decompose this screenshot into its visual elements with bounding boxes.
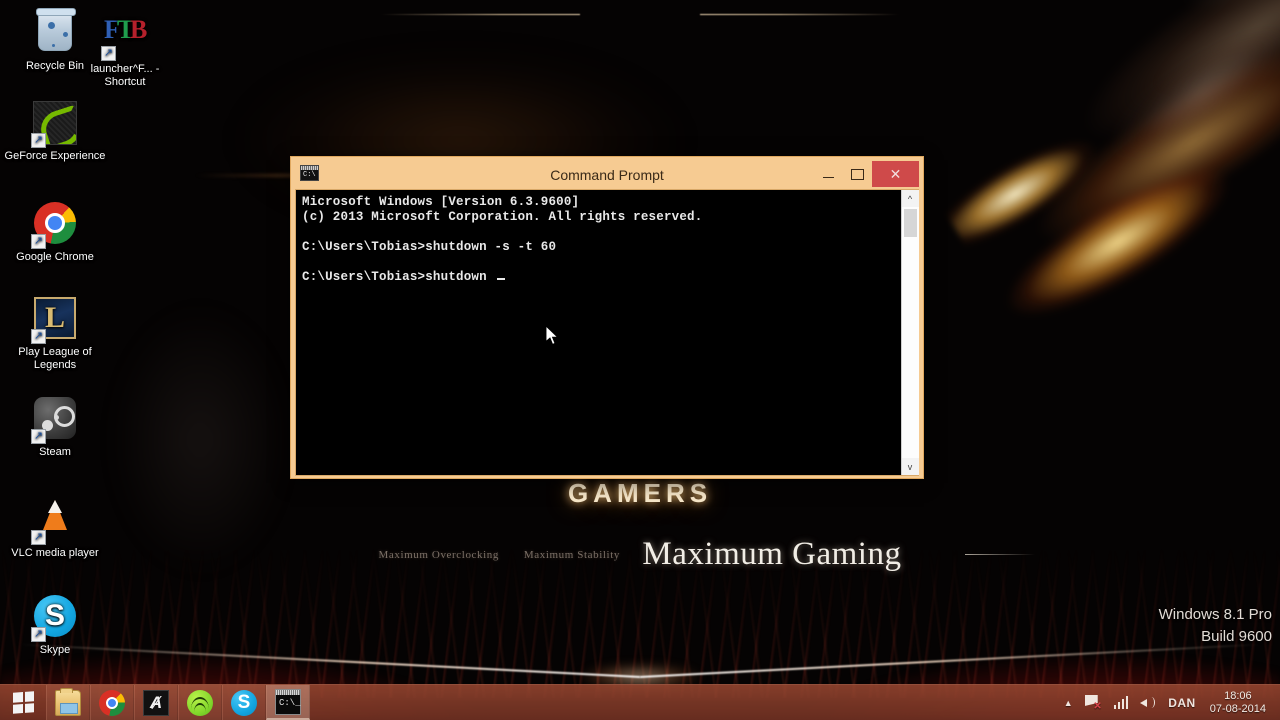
system-tray: ▲ ✕ DAN 18:06 07-08-2014 <box>1058 685 1280 720</box>
clock-date: 07-08-2014 <box>1209 702 1266 715</box>
steam-icon: ↗ <box>31 397 78 444</box>
command-prompt-window[interactable]: Command Prompt ✕ Microsoft Windows [Vers… <box>290 156 924 479</box>
taskbar-item-command-prompt[interactable] <box>266 685 310 720</box>
desktop-icon-label: GeForce Experience <box>4 150 106 162</box>
console-scrollbar[interactable]: ^ v <box>901 190 919 475</box>
file-explorer-icon <box>55 687 81 716</box>
taskbar-item-google-chrome[interactable] <box>90 685 134 720</box>
network-flag-icon: ✕ <box>1084 695 1102 712</box>
mouse-cursor <box>546 326 559 346</box>
desktop-icon-geforce-experience[interactable]: ↗ GeForce Experience <box>0 100 110 163</box>
shortcut-arrow-icon: ↗ <box>31 234 46 249</box>
shortcut-arrow-icon: ↗ <box>31 530 46 545</box>
scrollbar-thumb[interactable] <box>903 209 917 237</box>
taskbar-item-file-explorer[interactable] <box>46 685 90 720</box>
watermark-edition: Windows 8.1 Pro <box>1158 606 1272 623</box>
scroll-down-arrow-icon[interactable]: v <box>901 458 919 475</box>
desktop-icon-skype[interactable]: ↗ Skype <box>0 593 110 657</box>
window-titlebar[interactable]: Command Prompt ✕ <box>295 161 919 189</box>
taskbar-item-spotify[interactable] <box>178 685 222 720</box>
volume-icon <box>1140 696 1156 710</box>
wallpaper-flame-core <box>907 31 1183 279</box>
shortcut-arrow-icon: ↗ <box>31 329 46 344</box>
wallpaper-light-streak-left <box>20 643 641 678</box>
desktop-icon-vlc[interactable]: ↗ VLC media player <box>0 495 110 560</box>
chrome-icon: ↗ <box>31 202 78 249</box>
console-output[interactable]: Microsoft Windows [Version 6.3.9600] (c)… <box>296 190 901 475</box>
volume-button[interactable] <box>1134 685 1162 720</box>
maximize-button[interactable] <box>843 161 872 187</box>
minimize-button[interactable] <box>814 161 843 187</box>
network-status-button[interactable]: ✕ <box>1079 685 1108 720</box>
console-area[interactable]: Microsoft Windows [Version 6.3.9600] (c)… <box>295 189 919 476</box>
taskbar-item-ai-app[interactable] <box>134 685 178 720</box>
clock-time: 18:06 <box>1224 689 1252 702</box>
start-button[interactable] <box>0 685 46 720</box>
skype-icon <box>231 689 257 716</box>
signal-bars-icon <box>1113 696 1129 709</box>
desktop-icon-google-chrome[interactable]: ↗ Google Chrome <box>0 200 110 264</box>
console-text: Microsoft Windows [Version 6.3.9600] (c)… <box>302 195 703 284</box>
watermark-build: Build 9600 <box>1201 628 1272 645</box>
desktop-icon-ftb-launcher[interactable]: FTB ↗ launcher^F... - Shortcut <box>70 8 180 89</box>
taskbar[interactable]: ▲ ✕ DAN 18:06 07-08-2014 <box>0 684 1280 720</box>
geforce-experience-icon: ↗ <box>31 101 78 148</box>
window-controls: ✕ <box>814 161 919 187</box>
desktop-icon-label: Play League of Legends <box>18 346 92 371</box>
desktop-icon-label: Steam <box>39 446 71 458</box>
shortcut-arrow-icon: ↗ <box>31 133 46 148</box>
skype-icon: ↗ <box>31 595 78 642</box>
scroll-up-arrow-icon[interactable]: ^ <box>901 190 919 207</box>
signal-strength-button[interactable] <box>1108 685 1135 720</box>
shortcut-arrow-icon: ↗ <box>31 627 46 642</box>
windows-logo-icon <box>12 691 34 714</box>
shortcut-arrow-icon: ↗ <box>101 46 116 61</box>
command-prompt-icon <box>300 165 319 181</box>
console-caret <box>496 278 505 280</box>
tray-user-label[interactable]: DAN <box>1162 685 1202 720</box>
wallpaper-flame-wisp <box>1025 0 1280 253</box>
close-button[interactable]: ✕ <box>872 161 919 187</box>
scrollbar-track[interactable] <box>901 207 919 458</box>
taskbar-items <box>46 685 310 720</box>
desktop-icon-label: VLC media player <box>11 547 99 559</box>
ftb-launcher-icon: FTB ↗ <box>101 14 148 61</box>
vlc-icon: ↗ <box>31 498 78 545</box>
wallpaper-red-spikes <box>0 548 1280 698</box>
chrome-icon <box>99 689 125 716</box>
clock-button[interactable]: 18:06 07-08-2014 <box>1202 690 1274 716</box>
show-hidden-icons-button[interactable]: ▲ <box>1058 685 1079 720</box>
desktop-icon-steam[interactable]: ↗ Steam <box>0 395 110 459</box>
league-of-legends-icon: ↗ <box>31 297 78 344</box>
windows-activation-watermark: Windows 8.1 Pro Build 9600 <box>1159 604 1272 648</box>
spotify-icon <box>187 689 213 716</box>
desktop-icon-label: Google Chrome <box>16 251 94 263</box>
desktop-icon-label: Skype <box>39 644 71 656</box>
desktop-icon-league-of-legends[interactable]: ↗ Play League of Legends <box>0 295 110 372</box>
shortcut-arrow-icon: ↗ <box>31 429 46 444</box>
taskbar-item-skype[interactable] <box>222 685 266 720</box>
desktop-icon-label: launcher^F... - Shortcut <box>90 63 160 88</box>
wallpaper-light-streak-right <box>639 643 1260 678</box>
command-prompt-icon <box>275 688 301 715</box>
ai-app-icon <box>143 689 169 716</box>
